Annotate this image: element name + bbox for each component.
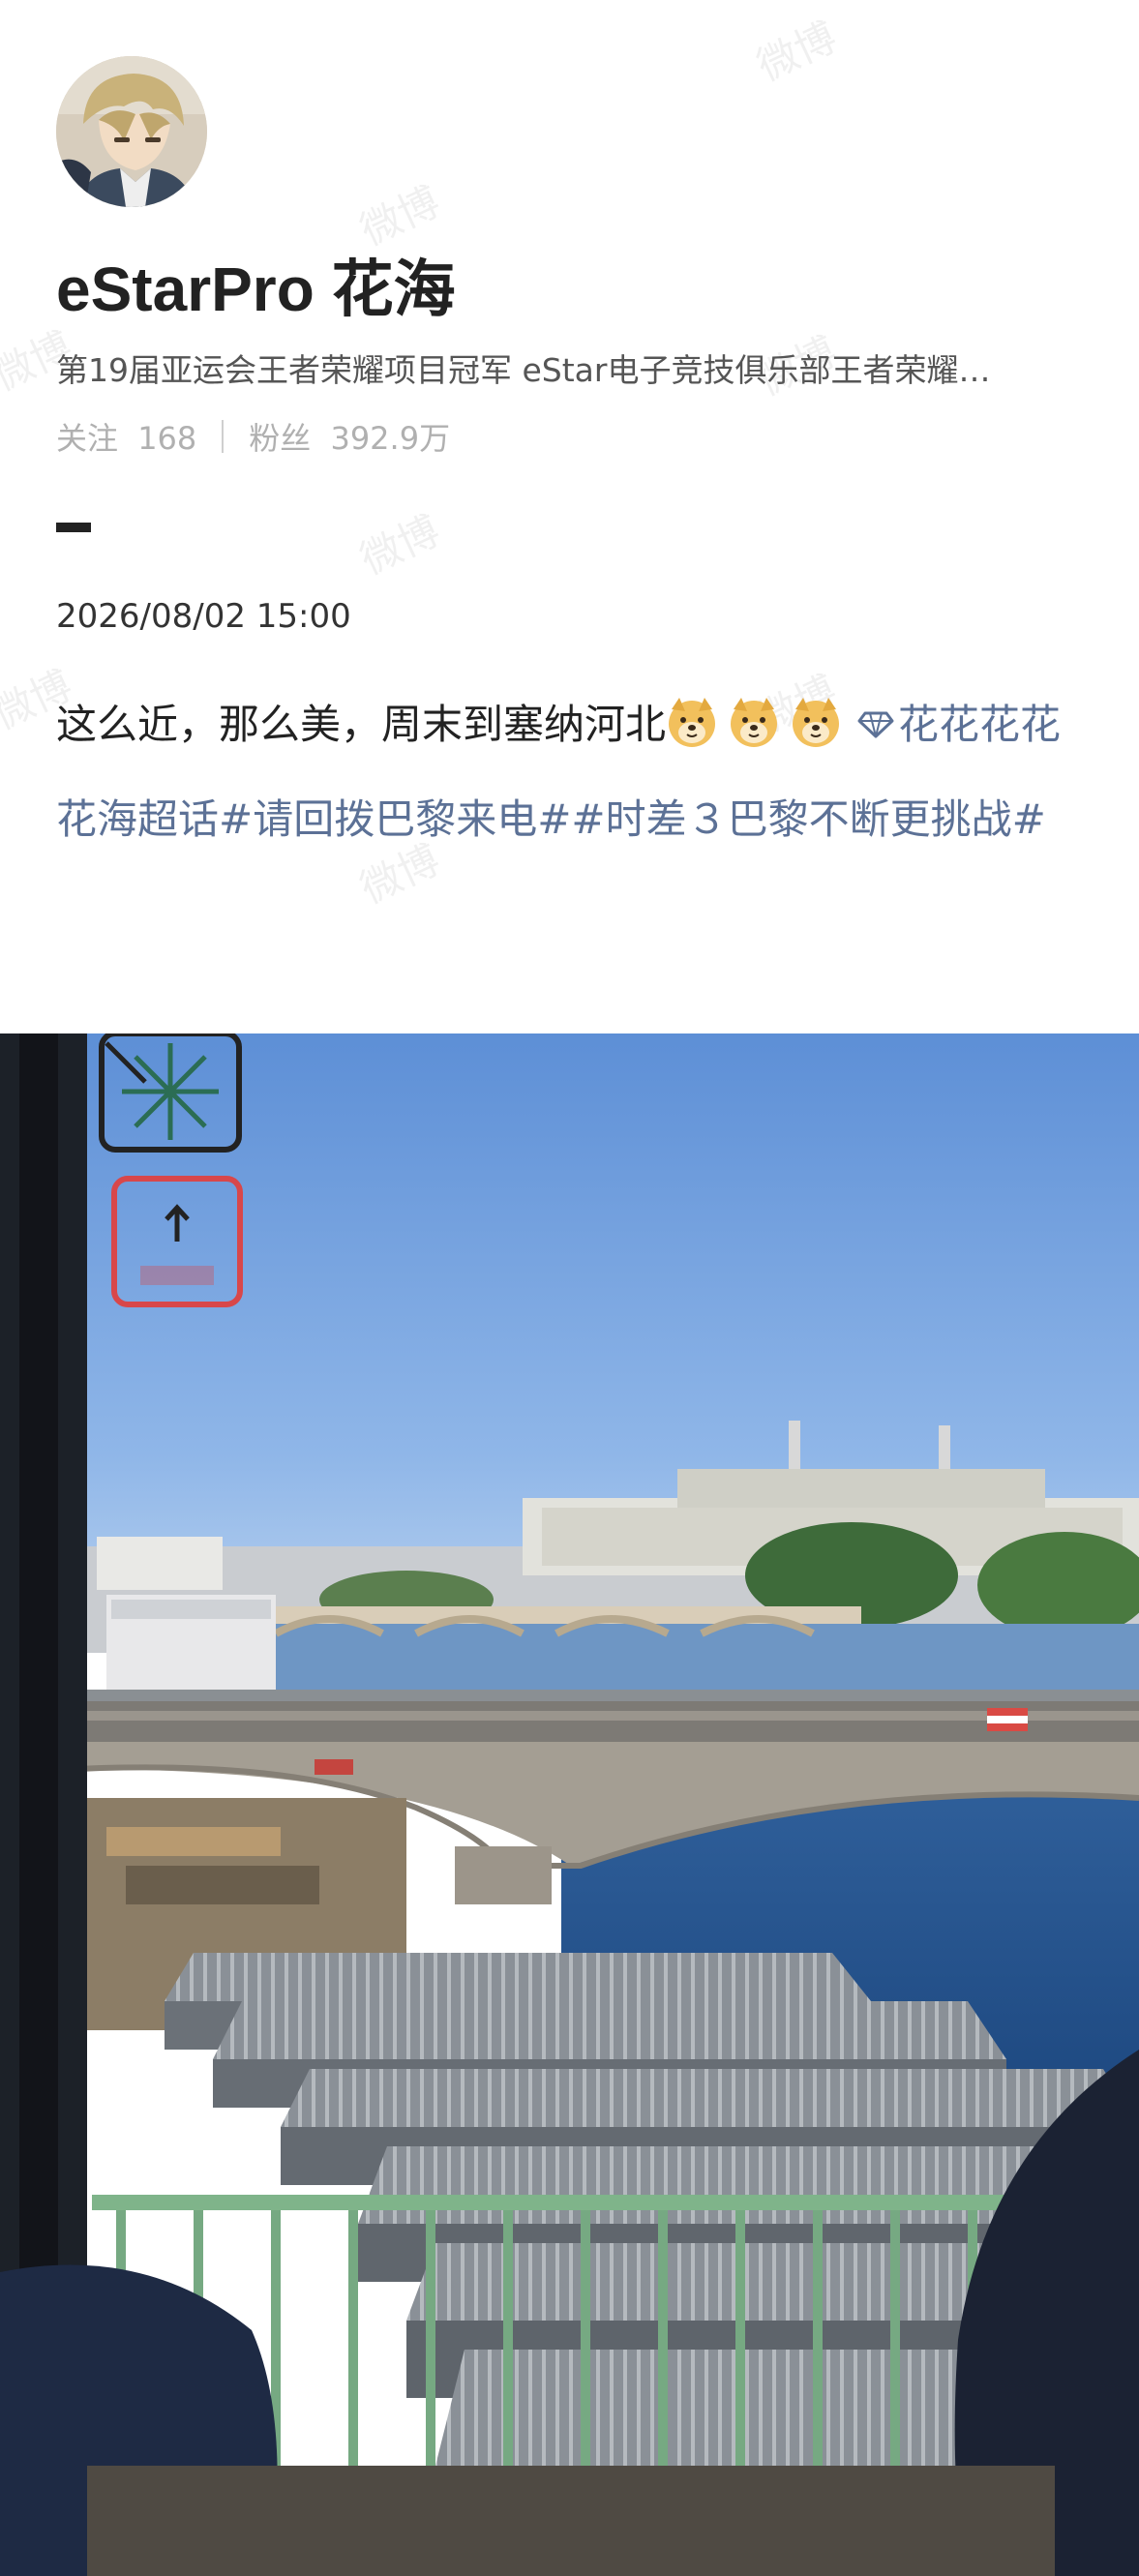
hashtag-link[interactable]: #请回拨巴黎来电# [219, 795, 571, 843]
followers-count: 392.9万 [330, 420, 451, 457]
followers-label: 粉丝 [249, 420, 312, 457]
doge-emoji [669, 698, 716, 747]
following-label: 关注 [56, 420, 119, 457]
watermark: 微博 [352, 506, 447, 584]
followers-link[interactable]: 粉丝 392.9万 [249, 414, 450, 459]
avatar-image [56, 56, 207, 207]
profile-stats: 关注 168 粉丝 392.9万 [56, 414, 450, 459]
watermark: 微博 [749, 13, 844, 91]
hashtag-link[interactable]: #时差３巴黎不断更挑战# [571, 795, 1045, 843]
doge-emoji [793, 698, 840, 747]
doge-emoji [731, 698, 778, 747]
post-text-body: 这么近，那么美，周末到塞纳河北 [56, 701, 667, 748]
post-text: 这么近，那么美，周末到塞纳河北 花花花花花海超话#请回拨巴黎来电##时差３巴黎不… [56, 677, 1092, 867]
diamond-icon [857, 711, 894, 738]
following-count: 168 [137, 420, 197, 457]
post-timestamp: 2026/08/02 15:00 [56, 597, 351, 636]
username[interactable]: eStarPro 花海 [56, 240, 456, 329]
stats-divider [222, 420, 225, 453]
section-divider [56, 523, 91, 532]
post-image[interactable] [0, 1033, 1139, 2576]
avatar[interactable] [56, 56, 207, 207]
following-link[interactable]: 关注 168 [56, 414, 196, 459]
photo-seine-bridge [0, 1033, 1139, 2576]
profile-bio: 第19届亚运会王者荣耀项目冠军 eStar电子竞技俱乐部王者荣耀… [56, 351, 991, 389]
